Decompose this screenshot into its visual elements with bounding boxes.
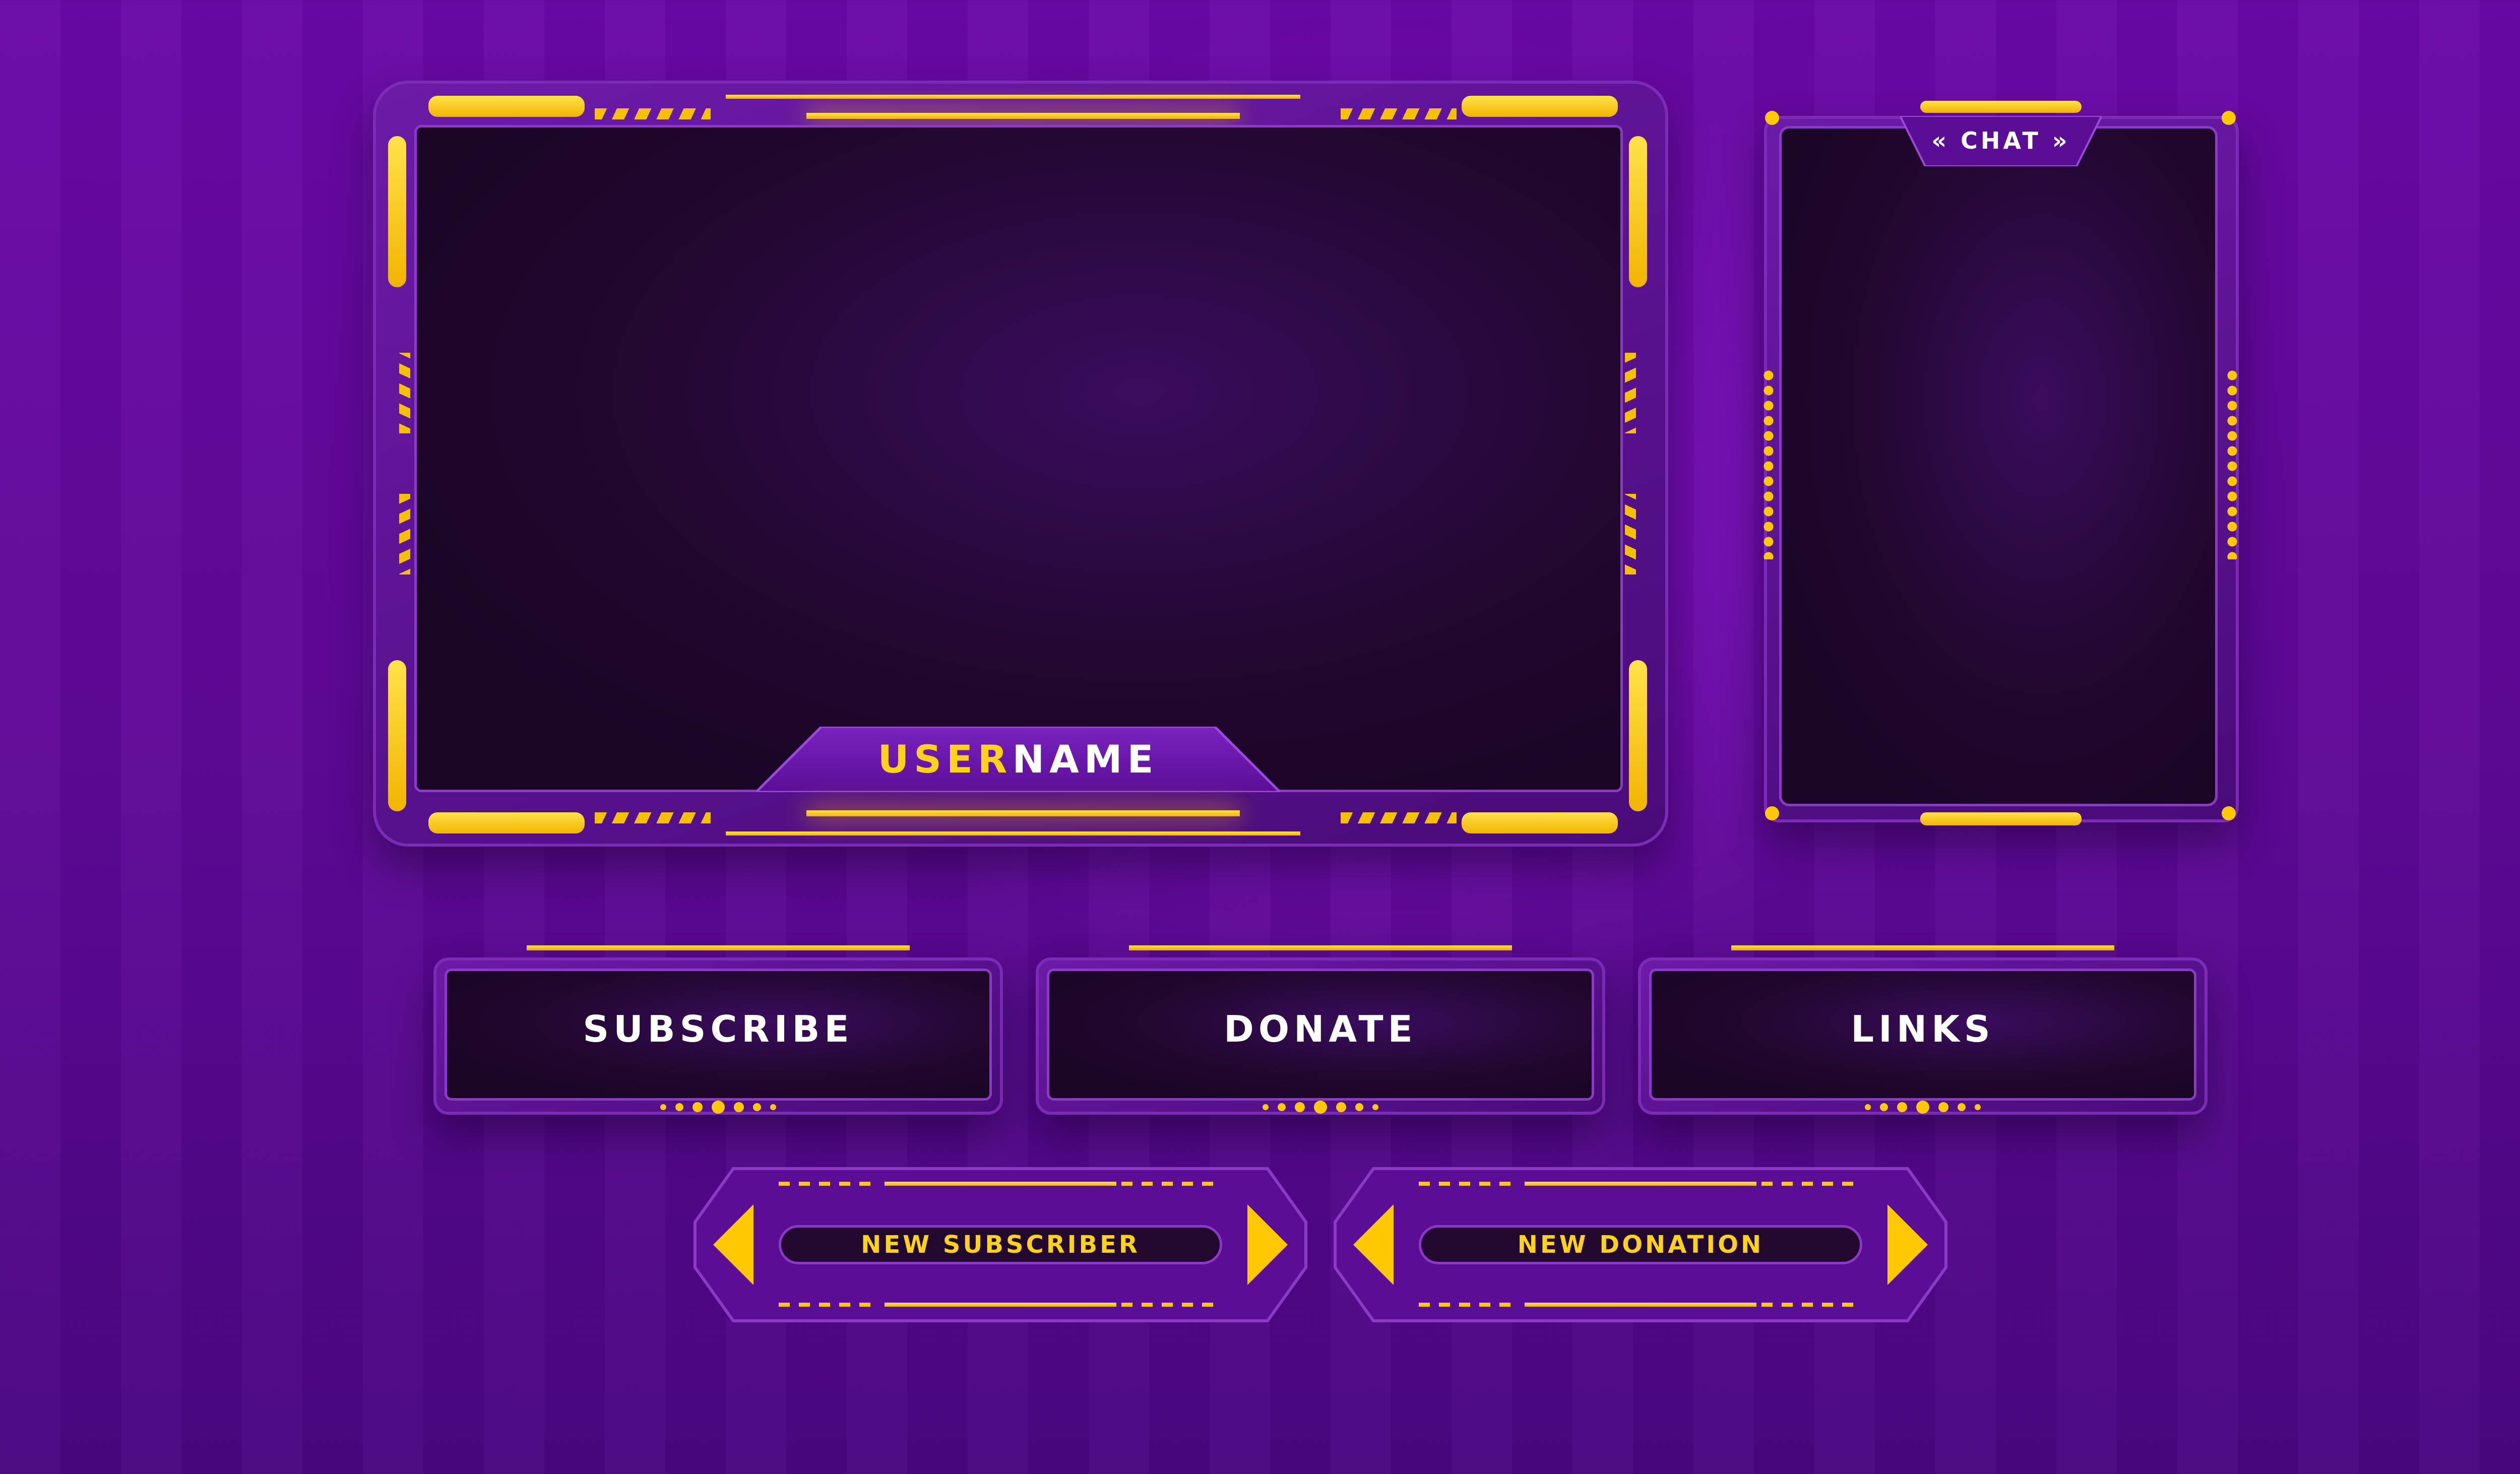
bottom-left-hatch [595,812,711,823]
arrow-left-icon[interactable] [708,1202,759,1288]
arrow-left-icon[interactable] [1348,1202,1399,1288]
bottom-right-hatch [1341,812,1457,823]
bottom-right-bar [1462,812,1618,834]
alert-bottom-dash-right [1761,1303,1862,1307]
panel-dots [1638,1101,2208,1114]
panel-links[interactable]: LINKS [1638,942,2208,1124]
chat-corner-dot-tl [1765,111,1779,125]
chat-label: CHAT [1961,127,2041,154]
panel-top-line [1731,945,2114,950]
panel-top-line [1129,945,1512,950]
chat-corner-dot-bl [1765,806,1779,820]
alert-top-dash-right [1121,1182,1222,1186]
alert-bottom-line [885,1303,1116,1307]
right-upper-hatch [1625,353,1636,433]
arrow-right-icon[interactable] [1242,1202,1293,1288]
chat-header-tab: « CHAT » [1898,115,2104,167]
alert-bottom-dash-left [779,1303,879,1307]
top-center-glow-line [806,113,1240,119]
alert-bottom-line [1525,1303,1756,1307]
arrow-right-icon[interactable] [1882,1202,1933,1288]
alert-new-subscriber[interactable]: NEW SUBSCRIBER [693,1167,1308,1323]
panel-dots [1036,1101,1605,1114]
panel-dots [433,1101,1003,1114]
panel-label: SUBSCRIBE [583,1008,854,1050]
right-bottom-side-bar [1629,660,1647,811]
right-lower-hatch [1625,494,1636,574]
left-upper-hatch [399,353,410,433]
bottom-left-bar [428,812,585,834]
username-part2: NAME [1012,737,1159,782]
panel-top-line [527,945,910,950]
top-left-bar [428,96,585,117]
top-right-bar [1462,96,1618,117]
username-tab: USERNAME [752,725,1284,794]
chat-frame: « CHAT » [1754,101,2248,837]
chat-corner-dot-br [2222,806,2236,820]
panel-label: DONATE [1224,1008,1417,1050]
chat-left-dots [1762,368,1775,559]
alert-label: NEW SUBSCRIBER [779,1225,1222,1264]
alert-bottom-dash-right [1121,1303,1222,1307]
top-right-hatch [1341,108,1457,119]
panel-label: LINKS [1851,1008,1995,1050]
main-screen [414,125,1623,792]
alert-new-donation[interactable]: NEW DONATION [1333,1167,1948,1323]
left-top-side-bar [388,136,406,287]
alert-bottom-dash-left [1419,1303,1520,1307]
top-center-line [726,95,1300,99]
alert-top-dash-left [1419,1182,1520,1186]
left-lower-hatch [399,494,410,574]
chat-screen [1779,126,2218,806]
chat-top-bar [1920,101,2082,113]
alert-top-dash-right [1761,1182,1862,1186]
bottom-center-glow-line [806,810,1240,816]
top-left-hatch [595,108,711,119]
username-text: USERNAME [756,737,1280,782]
alert-label: NEW DONATION [1419,1225,1862,1264]
panel-donate[interactable]: DONATE [1036,942,1605,1124]
chat-right-dots [2226,368,2239,559]
alert-top-dash-left [779,1182,879,1186]
alert-top-line [885,1182,1116,1186]
chat-header-text: « CHAT » [1900,127,2102,154]
panel-subscribe[interactable]: SUBSCRIBE [433,942,1003,1124]
main-screen-frame: USERNAME [373,81,1668,847]
chat-right-chevrons-icon: » [2052,127,2070,154]
username-part1: USER [877,737,1013,782]
chat-corner-dot-tr [2222,111,2236,125]
chat-left-chevrons-icon: « [1931,127,1950,154]
alert-top-line [1525,1182,1756,1186]
right-top-side-bar [1629,136,1647,287]
bottom-center-line [726,831,1300,836]
chat-bottom-bar [1920,812,2082,825]
left-bottom-side-bar [388,660,406,811]
